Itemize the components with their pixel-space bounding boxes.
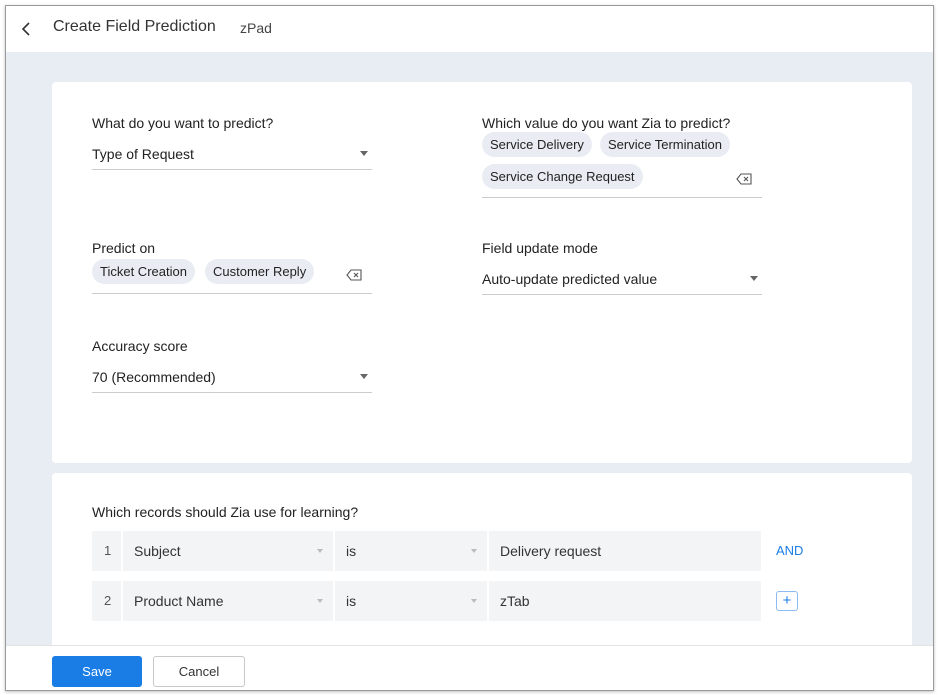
predict-values-input[interactable]: Service Delivery Service Termination Ser… <box>482 130 762 198</box>
predict-field-label: What do you want to predict? <box>92 115 274 131</box>
cancel-button[interactable]: Cancel <box>153 656 245 687</box>
prediction-settings-card: What do you want to predict? Type of Req… <box>52 82 912 463</box>
accuracy-value: 70 (Recommended) <box>92 369 216 385</box>
accuracy-select[interactable]: 70 (Recommended) <box>92 361 372 393</box>
learning-criteria-card: Which records should Zia use for learnin… <box>52 473 912 673</box>
clear-all-icon[interactable] <box>736 172 752 185</box>
chevron-down-icon <box>360 151 368 156</box>
page-title: Create Field Prediction <box>53 18 216 35</box>
value-input[interactable]: zTab <box>489 581 761 621</box>
and-link[interactable]: AND <box>776 543 803 558</box>
accuracy-label: Accuracy score <box>92 338 188 354</box>
chip-service-termination[interactable]: Service Termination <box>600 132 730 157</box>
operator-select[interactable]: is <box>335 581 487 621</box>
update-mode-value: Auto-update predicted value <box>482 271 658 287</box>
update-mode-select[interactable]: Auto-update predicted value <box>482 263 762 295</box>
chip-customer-reply[interactable]: Customer Reply <box>205 259 315 284</box>
app-name: zPad <box>240 20 272 36</box>
field-select[interactable]: Subject <box>123 531 333 571</box>
predict-on-input[interactable]: Ticket Creation Customer Reply <box>92 259 372 294</box>
save-button[interactable]: Save <box>52 656 142 687</box>
chevron-down-icon <box>471 599 477 603</box>
chip-ticket-creation[interactable]: Ticket Creation <box>92 259 195 284</box>
row-number: 2 <box>92 581 121 621</box>
clear-all-icon[interactable] <box>346 268 362 281</box>
operator-select[interactable]: is <box>335 531 487 571</box>
add-criteria-button[interactable]: + <box>776 591 798 611</box>
app-window: Create Field Prediction zPad What do you… <box>5 5 934 691</box>
chevron-down-icon <box>750 276 758 281</box>
field-select[interactable]: Product Name <box>123 581 333 621</box>
chip-service-change-request[interactable]: Service Change Request <box>482 164 643 189</box>
chip-service-delivery[interactable]: Service Delivery <box>482 132 592 157</box>
row-number: 1 <box>92 531 121 571</box>
criteria-row: 1 Subject is Delivery request AND <box>92 531 812 571</box>
back-arrow-icon[interactable] <box>16 18 38 40</box>
predict-field-value: Type of Request <box>92 146 194 162</box>
predict-values-label: Which value do you want Zia to predict? <box>482 115 731 131</box>
predict-on-label: Predict on <box>92 240 156 256</box>
update-mode-label: Field update mode <box>482 240 598 256</box>
criteria-title: Which records should Zia use for learnin… <box>92 504 359 520</box>
value-input[interactable]: Delivery request <box>489 531 761 571</box>
header-bar: Create Field Prediction zPad <box>6 6 933 52</box>
chevron-down-icon <box>360 374 368 379</box>
footer-bar: Save Cancel <box>6 645 933 690</box>
chevron-down-icon <box>317 549 323 553</box>
chevron-down-icon <box>317 599 323 603</box>
chevron-down-icon <box>471 549 477 553</box>
criteria-row: 2 Product Name is zTab + <box>92 581 812 621</box>
predict-field-select[interactable]: Type of Request <box>92 138 372 170</box>
